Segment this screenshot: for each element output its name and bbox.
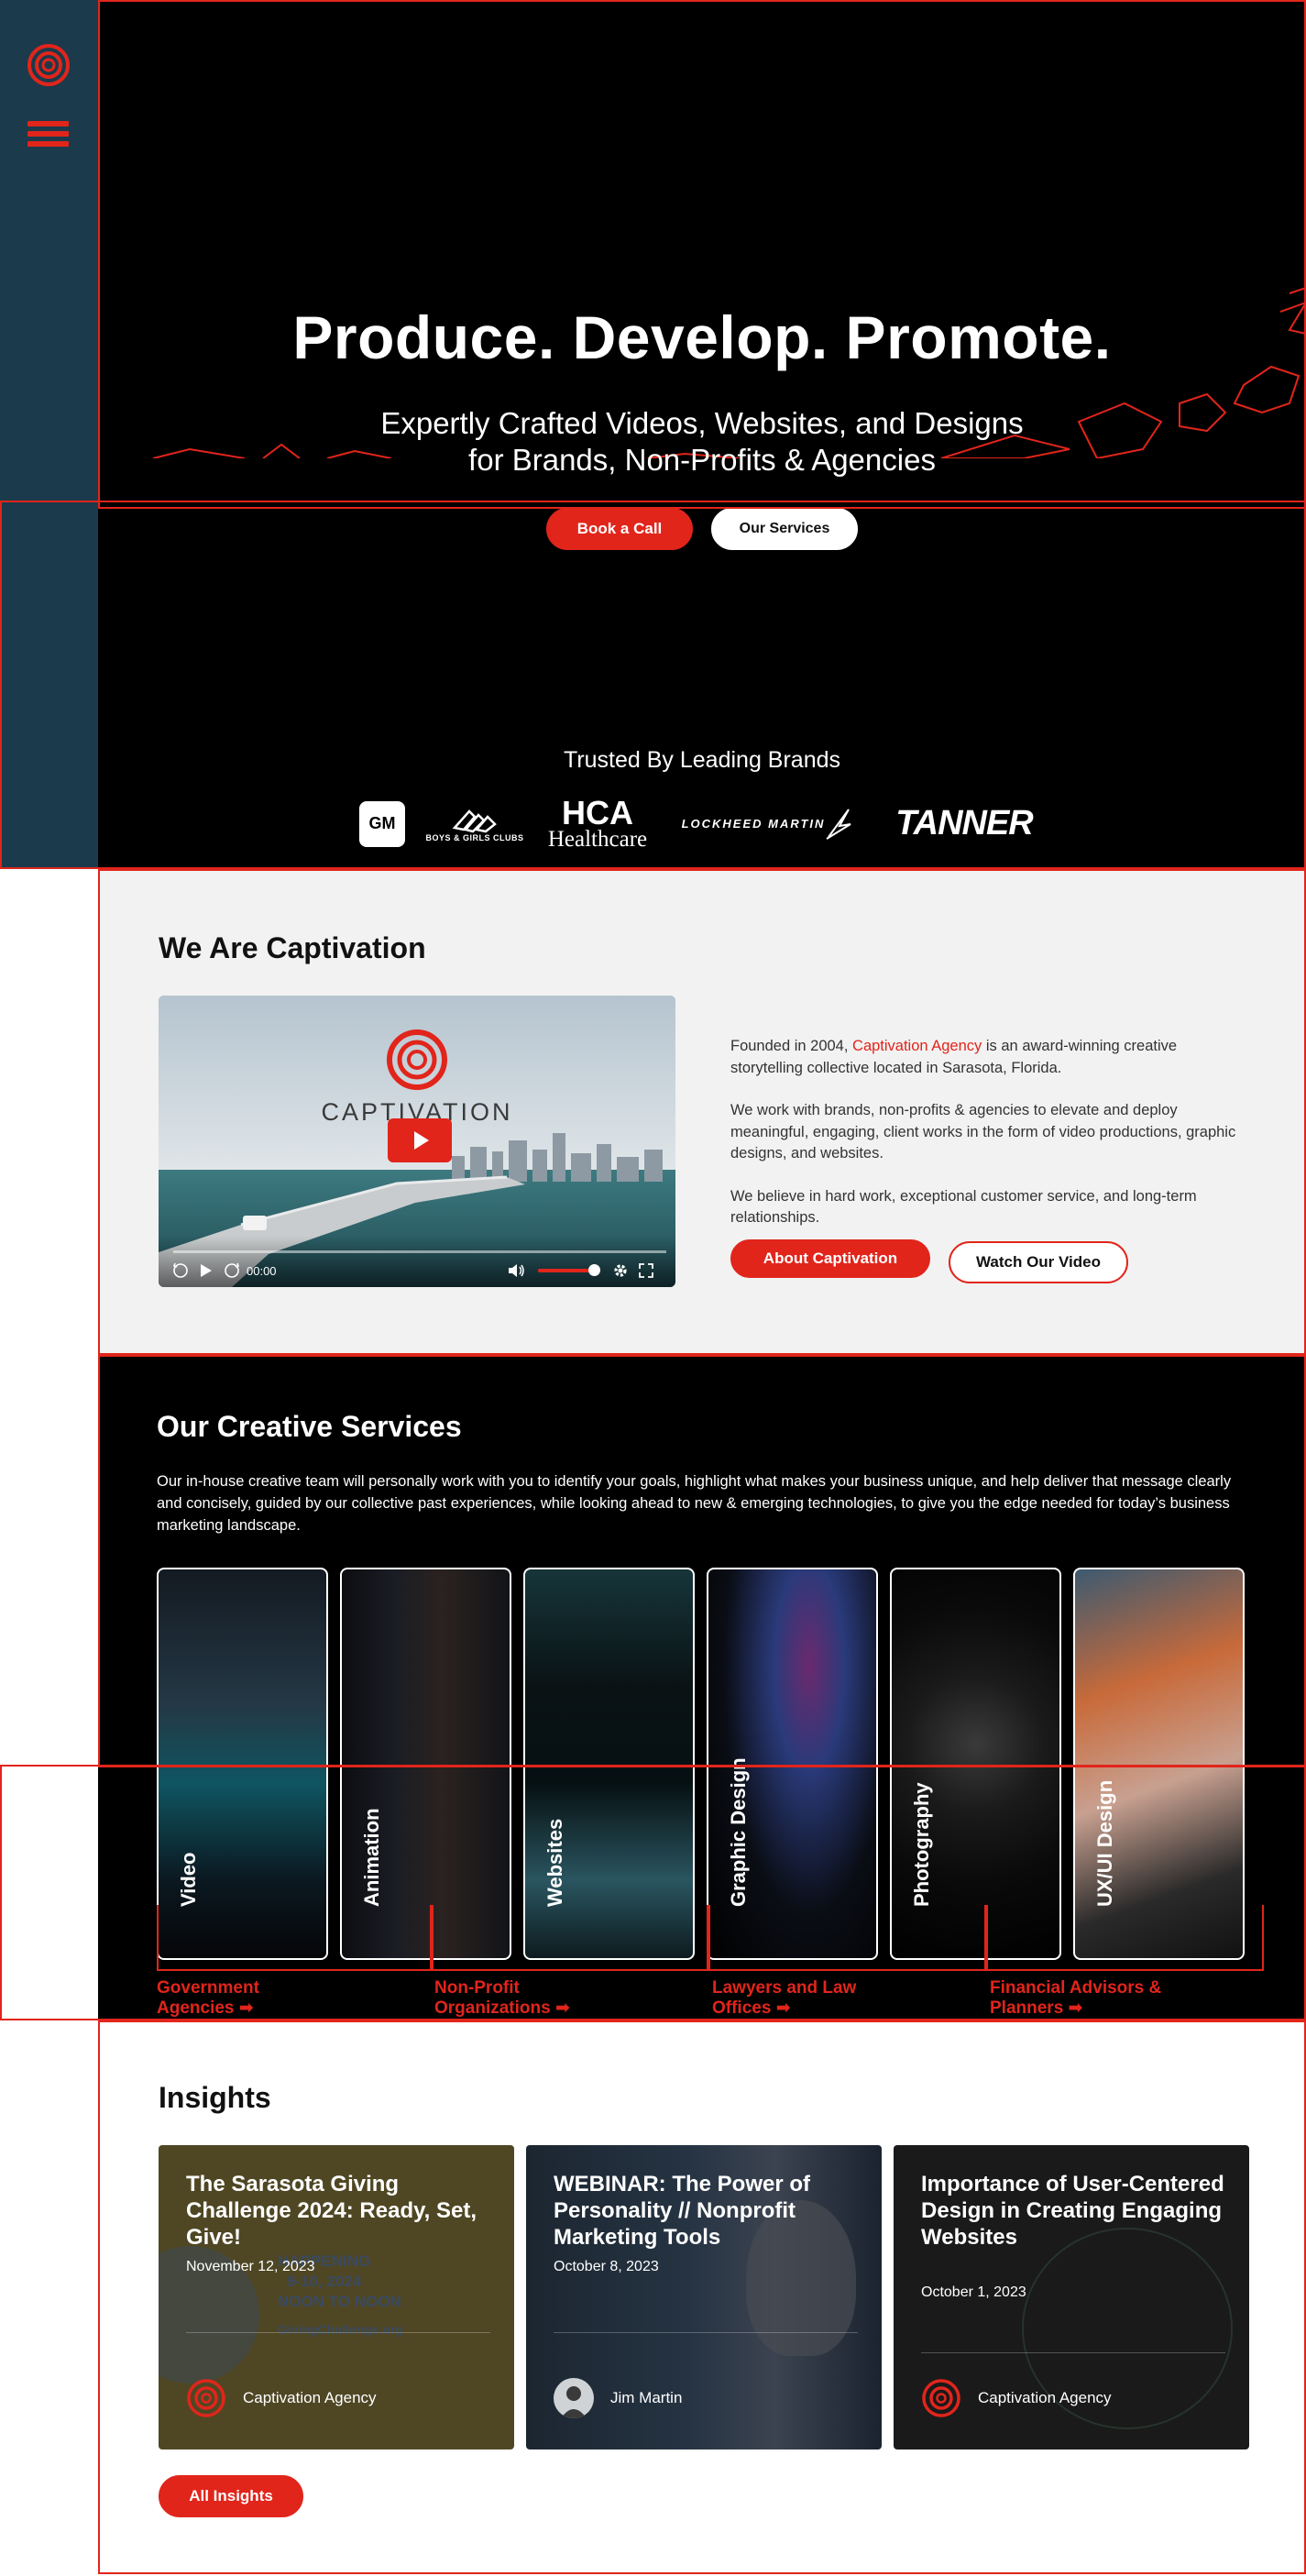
hero-subtitle-line1: Expertly Crafted Videos, Websites, and D… bbox=[380, 406, 1024, 440]
tanner-logo: TANNER bbox=[895, 804, 1034, 843]
insight-date: November 12, 2023 bbox=[186, 2259, 315, 2274]
service-card-label: Photography bbox=[910, 1782, 933, 1907]
captivation-logo-icon bbox=[186, 2378, 226, 2418]
insight-card[interactable]: WEBINAR: The Power of Personality // Non… bbox=[526, 2145, 882, 2449]
brand-logos: GM BOYS & GIRLS CLUBS HCA Healthcare LOC… bbox=[98, 794, 1306, 853]
lm-star-icon bbox=[826, 809, 851, 840]
captivation-logo-icon bbox=[921, 2378, 961, 2418]
sidebar bbox=[0, 0, 98, 869]
about-paragraph-3: We believe in hard work, exceptional cus… bbox=[730, 1187, 1197, 1227]
avatar bbox=[554, 2378, 594, 2418]
boys-girls-clubs-logo: BOYS & GIRLS CLUBS bbox=[425, 806, 524, 842]
hero-title: Produce. Develop. Promote. bbox=[292, 303, 1112, 371]
about-title: We Are Captivation bbox=[159, 931, 426, 964]
insight-author: Jim Martin bbox=[554, 2378, 682, 2418]
hamburger-icon[interactable] bbox=[27, 121, 69, 154]
about-cta-group: About Captivation Watch Our Video bbox=[730, 1239, 1128, 1283]
hero-section: Produce. Develop. Promote. Expertly Craf… bbox=[98, 0, 1306, 869]
author-name: Captivation Agency bbox=[243, 2389, 377, 2406]
insight-title[interactable]: Importance of User-Centered Design in Cr… bbox=[921, 2171, 1225, 2251]
about-paragraph-1: Founded in 2004, Captivation Agency is a… bbox=[730, 1038, 1178, 1076]
service-card-graphic-design[interactable]: Graphic Design bbox=[707, 1568, 878, 1960]
lockheed-text: LOCKHEED MARTIN bbox=[681, 817, 826, 831]
service-card-label: Websites bbox=[543, 1818, 566, 1907]
trusted-brands-label: Trusted By Leading Brands bbox=[563, 747, 841, 773]
hca-text: HCA bbox=[562, 794, 633, 831]
healthcare-text: Healthcare bbox=[547, 827, 648, 853]
bgc-hands-icon bbox=[452, 809, 497, 833]
about-section: We Are Captivation CAPTIVATION 00:00 Fou… bbox=[98, 869, 1306, 1355]
insight-divider bbox=[921, 2352, 1225, 2353]
insight-card[interactable]: HAPPENING 9-10, 2024 NOON TO NOON Giving… bbox=[159, 2145, 514, 2449]
video-time: 00:00 bbox=[247, 1263, 277, 1278]
lockheed-martin-logo: LOCKHEED MARTIN bbox=[671, 808, 863, 841]
service-card-ux-ui-design[interactable]: UX/UI Design bbox=[1073, 1568, 1245, 1960]
about-copy: Founded in 2004, Captivation Agency is a… bbox=[730, 1036, 1244, 1250]
insight-posts: HAPPENING 9-10, 2024 NOON TO NOON Giving… bbox=[159, 2145, 1249, 2449]
play-video-button[interactable] bbox=[388, 1118, 452, 1162]
insight-card[interactable]: Importance of User-Centered Design in Cr… bbox=[894, 2145, 1249, 2449]
play-icon[interactable] bbox=[197, 1261, 215, 1280]
watch-our-video-button[interactable]: Watch Our Video bbox=[949, 1241, 1128, 1283]
industry-links: Government Agencies ➡ Non-Profit Organizat… bbox=[157, 1978, 1268, 2019]
industry-government-link[interactable]: Government Agencies ➡ bbox=[157, 1978, 434, 2019]
video-controls: 00:00 bbox=[159, 1236, 675, 1287]
fast-forward-icon[interactable] bbox=[223, 1261, 241, 1280]
service-card-label: Video bbox=[177, 1852, 200, 1907]
services-section: Our Creative Services Our in-house creat… bbox=[98, 1355, 1306, 2020]
hero-cta-group: Book a Call Our Services bbox=[98, 508, 1306, 550]
about-captivation-button[interactable]: About Captivation bbox=[730, 1239, 930, 1278]
insight-date: October 1, 2023 bbox=[921, 2284, 1026, 2300]
service-card-label: Graphic Design bbox=[727, 1757, 750, 1907]
insights-section: Insights HAPPENING 9-10, 2024 NOON TO NO… bbox=[98, 2020, 1306, 2574]
fullscreen-icon[interactable] bbox=[637, 1261, 655, 1280]
insight-author: Captivation Agency bbox=[186, 2378, 377, 2418]
insight-title[interactable]: The Sarasota Giving Challenge 2024: Read… bbox=[186, 2171, 490, 2251]
settings-gear-icon[interactable] bbox=[611, 1261, 630, 1280]
service-card-animation[interactable]: Animation bbox=[340, 1568, 511, 1960]
hero-subtitle-line2: for Brands, Non-Profits & Agencies bbox=[468, 443, 936, 477]
volume-slider[interactable] bbox=[538, 1264, 600, 1276]
bgc-text: BOYS & GIRLS CLUBS bbox=[425, 832, 524, 842]
insight-divider bbox=[186, 2332, 490, 2333]
insight-title[interactable]: WEBINAR: The Power of Personality // Non… bbox=[554, 2171, 858, 2251]
gm-logo: GM bbox=[359, 800, 405, 847]
about-paragraph-2: We work with brands, non-profits & agenc… bbox=[730, 1102, 1236, 1161]
insights-title: Insights bbox=[159, 2081, 271, 2114]
service-card-photography[interactable]: Photography bbox=[890, 1568, 1061, 1960]
video-progress-bar[interactable] bbox=[173, 1250, 666, 1253]
service-cards: Video Animation Websites Graphic Design … bbox=[157, 1568, 1245, 1960]
service-card-video[interactable]: Video bbox=[157, 1568, 328, 1960]
insight-date: October 8, 2023 bbox=[554, 2259, 659, 2274]
insight-author: Captivation Agency bbox=[921, 2378, 1112, 2418]
hca-healthcare-logo: HCA Healthcare bbox=[544, 794, 651, 853]
author-name: Jim Martin bbox=[610, 2389, 683, 2406]
our-services-button[interactable]: Our Services bbox=[711, 508, 858, 550]
services-intro: Our in-house creative team will personal… bbox=[157, 1473, 1232, 1534]
book-a-call-button[interactable]: Book a Call bbox=[546, 508, 693, 550]
author-name: Captivation Agency bbox=[978, 2389, 1112, 2406]
industry-financial-link[interactable]: Financial Advisors & Planners ➡ bbox=[990, 1978, 1268, 2019]
service-card-websites[interactable]: Websites bbox=[523, 1568, 695, 1960]
services-title: Our Creative Services bbox=[157, 1410, 462, 1443]
captivation-agency-link[interactable]: Captivation Agency bbox=[852, 1038, 982, 1054]
hero-subtitle: Expertly Crafted Videos, Websites, and D… bbox=[98, 405, 1306, 479]
service-card-label: UX/UI Design bbox=[1093, 1779, 1116, 1907]
rewind-icon[interactable] bbox=[171, 1261, 190, 1280]
video-player[interactable]: CAPTIVATION 00:00 bbox=[159, 996, 675, 1287]
all-insights-button[interactable]: All Insights bbox=[159, 2475, 303, 2517]
service-card-label: Animation bbox=[360, 1808, 383, 1907]
captivation-logo-icon[interactable] bbox=[26, 42, 71, 88]
insight-divider bbox=[554, 2332, 858, 2333]
industry-lawyers-link[interactable]: Lawyers and Law Offices ➡ bbox=[712, 1978, 990, 2019]
volume-icon[interactable] bbox=[507, 1261, 527, 1280]
volume-slider-knob[interactable] bbox=[588, 1264, 600, 1276]
industry-nonprofit-link[interactable]: Non-Profit Organizations ➡ bbox=[434, 1978, 712, 2019]
